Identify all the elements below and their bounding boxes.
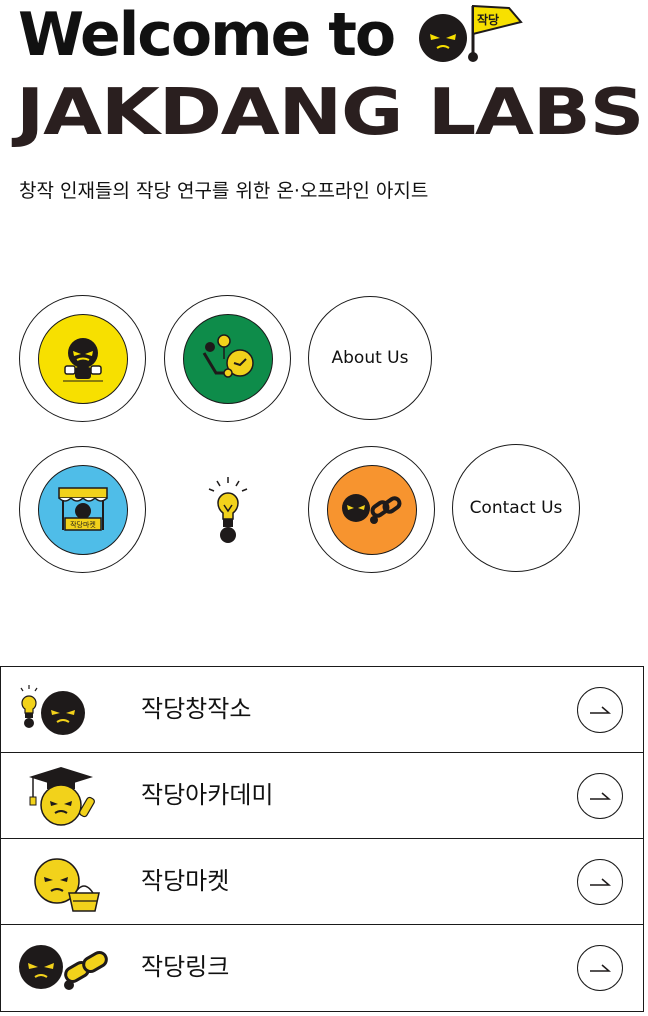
creative-studio-circle[interactable]	[19, 295, 146, 422]
basket-mascot-icon	[34, 858, 100, 912]
academy-circle[interactable]	[164, 295, 291, 422]
chain-mascot-icon	[19, 945, 108, 990]
hero-title-line1: Welcome to	[18, 0, 396, 70]
bulb-mascot-icon	[20, 685, 85, 735]
hero-title-line2: JAKDANG LABS	[16, 76, 645, 150]
menu-item-label: 작당창작소	[141, 695, 252, 723]
arrow-right-icon[interactable]	[577, 945, 623, 991]
mascot-cheer-icon	[62, 337, 103, 381]
menu-item-academy[interactable]: 작당아카데미	[0, 752, 644, 838]
contact-us-button[interactable]: Contact Us	[452, 444, 580, 572]
about-us-label: About Us	[331, 348, 409, 368]
mascot-flag-logo-icon: 작당	[419, 4, 523, 62]
tagline: 창작 인재들의 작당 연구를 위한 온·오프라인 아지트	[19, 180, 429, 202]
idea-balloon-icon	[202, 333, 254, 378]
menu-item-label: 작당아카데미	[141, 781, 274, 809]
menu-item-creative-studio[interactable]: 작당창작소	[0, 666, 644, 752]
flag-text: 작당	[477, 12, 499, 27]
market-sign-text: 작당마켓	[70, 520, 96, 529]
lightbulb-icon	[208, 477, 248, 543]
menu-item-label: 작당링크	[141, 953, 230, 981]
mascot-chain-icon	[341, 493, 401, 524]
arrow-right-icon[interactable]	[577, 687, 623, 733]
contact-us-label: Contact Us	[469, 498, 563, 518]
arrow-right-icon[interactable]	[577, 773, 623, 819]
link-circle[interactable]	[308, 446, 435, 573]
service-menu-list: 작당창작소 작당아카데미 작당마켓 작당링크	[0, 666, 644, 1012]
menu-item-label: 작당마켓	[141, 867, 230, 895]
graduation-mascot-icon	[29, 767, 95, 826]
menu-item-market[interactable]: 작당마켓	[0, 838, 644, 924]
menu-item-link[interactable]: 작당링크	[0, 924, 644, 1012]
market-stall-icon: 작당마켓	[57, 486, 108, 531]
market-circle[interactable]: 작당마켓	[19, 446, 146, 573]
arrow-right-icon[interactable]	[577, 859, 623, 905]
about-us-button[interactable]: About Us	[308, 296, 432, 420]
